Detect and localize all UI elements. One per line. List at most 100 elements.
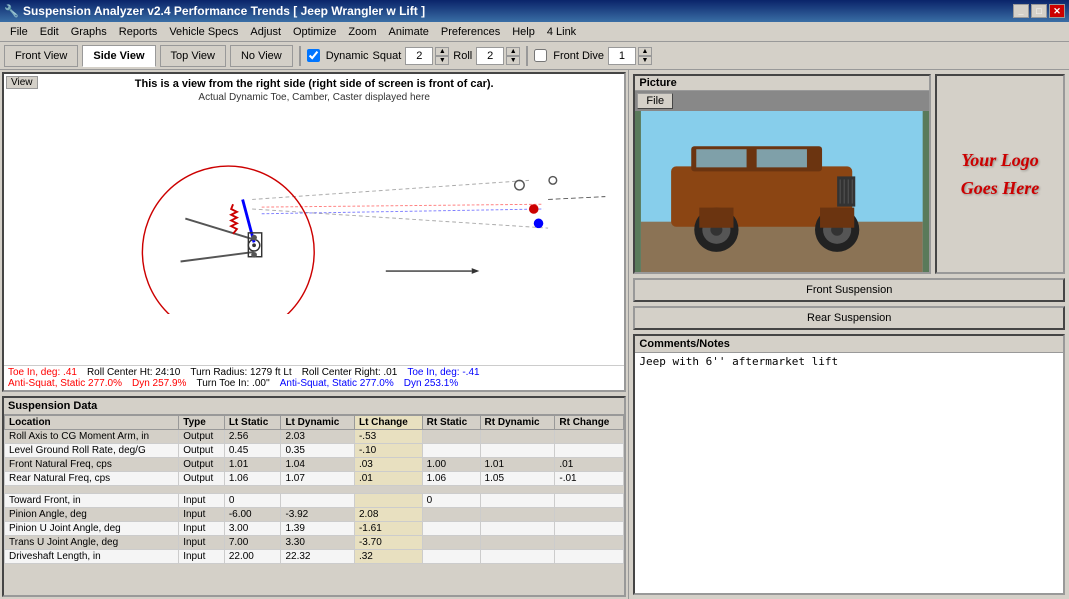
roll-down-arrow[interactable]: ▼	[506, 56, 520, 65]
table-cell: -1.61	[354, 522, 422, 536]
table-cell	[422, 430, 480, 444]
table-cell: 1.06	[422, 472, 480, 486]
table-cell: 3.00	[224, 522, 281, 536]
squat-input[interactable]	[405, 47, 433, 65]
squat-up-arrow[interactable]: ▲	[435, 47, 449, 56]
table-cell	[555, 550, 624, 564]
table-row: Rear Natural Freq, cpsOutput1.061.07.011…	[5, 472, 624, 486]
table-row: Pinion Angle, degInput-6.00-3.922.08	[5, 508, 624, 522]
roll-spinner: ▲ ▼	[476, 47, 520, 65]
picture-label: Picture	[635, 76, 929, 91]
view-title: This is a view from the right side (righ…	[4, 76, 624, 92]
menu-optimize[interactable]: Optimize	[287, 24, 342, 40]
menu-edit[interactable]: Edit	[34, 24, 65, 40]
table-cell: 0.45	[224, 444, 281, 458]
table-cell: -.53	[354, 430, 422, 444]
table-row	[5, 486, 624, 494]
col-rt-change: Rt Change	[555, 416, 624, 430]
close-button[interactable]: ✕	[1049, 4, 1065, 18]
table-cell: Pinion U Joint Angle, deg	[5, 522, 179, 536]
table-cell	[179, 486, 225, 494]
table-cell	[555, 494, 624, 508]
table-body: Roll Axis to CG Moment Arm, inOutput2.56…	[5, 430, 624, 564]
table-cell: .03	[354, 458, 422, 472]
front-suspension-button[interactable]: Front Suspension	[633, 278, 1065, 302]
table-cell: 2.08	[354, 508, 422, 522]
logo-text: Your LogoGoes Here	[961, 146, 1039, 202]
table-cell: -3.92	[281, 508, 355, 522]
dynamic-checkbox[interactable]	[307, 49, 320, 62]
table-cell	[555, 522, 624, 536]
table-cell	[480, 486, 555, 494]
roll-center-ht: Roll Center Ht: 24:10	[87, 367, 180, 378]
menu-zoom[interactable]: Zoom	[342, 24, 382, 40]
col-lt-dynamic: Lt Dynamic	[281, 416, 355, 430]
separator-2	[526, 46, 528, 66]
roll-label: Roll	[453, 50, 472, 62]
menu-adjust[interactable]: Adjust	[244, 24, 287, 40]
roll-up-arrow[interactable]: ▲	[506, 47, 520, 56]
squat-label: Squat	[373, 50, 402, 62]
table-cell	[480, 550, 555, 564]
table-cell	[480, 536, 555, 550]
menu-graphs[interactable]: Graphs	[65, 24, 113, 40]
squat-down-arrow[interactable]: ▼	[435, 56, 449, 65]
table-cell	[422, 550, 480, 564]
menu-file[interactable]: File	[4, 24, 34, 40]
tab-no-view[interactable]: No View	[230, 45, 293, 67]
toolbar: Front View Side View Top View No View Dy…	[0, 42, 1069, 70]
tab-front-view[interactable]: Front View	[4, 45, 78, 67]
table-cell: Input	[179, 522, 225, 536]
picture-box: Picture File	[633, 74, 931, 274]
picture-file-button[interactable]: File	[637, 93, 673, 109]
menu-4link[interactable]: 4 Link	[541, 24, 582, 40]
table-cell	[480, 494, 555, 508]
table-cell: Toward Front, in	[5, 494, 179, 508]
tab-side-view[interactable]: Side View	[82, 45, 155, 67]
front-dive-label: Front Dive	[553, 50, 604, 62]
table-cell	[555, 508, 624, 522]
rear-suspension-button[interactable]: Rear Suspension	[633, 306, 1065, 330]
table-row: Front Natural Freq, cpsOutput1.011.04.03…	[5, 458, 624, 472]
table-cell: 3.30	[281, 536, 355, 550]
table-cell: 1.01	[224, 458, 281, 472]
comments-textarea[interactable]: Jeep with 6'' aftermarket lift	[635, 353, 1063, 593]
front-dive-checkbox[interactable]	[534, 49, 547, 62]
minimize-button[interactable]: _	[1013, 4, 1029, 18]
front-dive-input[interactable]	[608, 47, 636, 65]
menu-vehicle-specs[interactable]: Vehicle Specs	[163, 24, 244, 40]
dyn-red: Dyn 257.9%	[132, 378, 186, 389]
main-content: View This is a view from the right side …	[0, 70, 1069, 599]
comments-section: Comments/Notes Jeep with 6'' aftermarket…	[633, 334, 1065, 595]
table-row: Pinion U Joint Angle, degInput3.001.39-1…	[5, 522, 624, 536]
front-dive-up-arrow[interactable]: ▲	[638, 47, 652, 56]
menu-help[interactable]: Help	[506, 24, 541, 40]
table-cell: 1.04	[281, 458, 355, 472]
window-controls: _ □ ✕	[1013, 4, 1065, 18]
menu-preferences[interactable]: Preferences	[435, 24, 506, 40]
table-row: Roll Axis to CG Moment Arm, inOutput2.56…	[5, 430, 624, 444]
menu-reports[interactable]: Reports	[113, 24, 164, 40]
turn-toe-in: Turn Toe In: .00''	[196, 378, 269, 389]
table-cell: .01	[555, 458, 624, 472]
tab-top-view[interactable]: Top View	[160, 45, 226, 67]
table-cell: .01	[354, 472, 422, 486]
dyn-blue: Dyn 253.1%	[404, 378, 458, 389]
status-row-2: Anti-Squat, Static 277.0% Dyn 257.9% Tur…	[8, 378, 620, 389]
table-row: Trans U Joint Angle, degInput7.003.30-3.…	[5, 536, 624, 550]
front-dive-down-arrow[interactable]: ▼	[638, 56, 652, 65]
data-table-container[interactable]: Location Type Lt Static Lt Dynamic Lt Ch…	[4, 415, 624, 592]
table-cell	[281, 494, 355, 508]
roll-center-right: Roll Center Right: .01	[302, 367, 398, 378]
comments-header: Comments/Notes	[635, 336, 1063, 353]
toe-in-blue: Toe In, deg: -.41	[407, 367, 479, 378]
maximize-button[interactable]: □	[1031, 4, 1047, 18]
table-cell	[354, 494, 422, 508]
table-cell	[555, 536, 624, 550]
col-lt-static: Lt Static	[224, 416, 281, 430]
table-cell: 1.39	[281, 522, 355, 536]
menu-animate[interactable]: Animate	[383, 24, 435, 40]
table-cell: .32	[354, 550, 422, 564]
table-cell	[5, 486, 179, 494]
roll-input[interactable]	[476, 47, 504, 65]
